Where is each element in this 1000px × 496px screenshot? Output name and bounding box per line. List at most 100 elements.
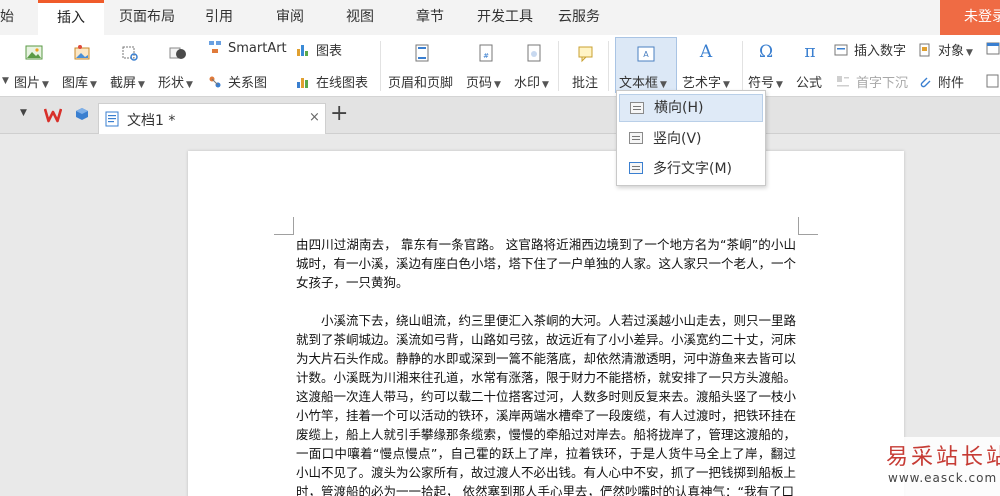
- watermark-button[interactable]: 水印 ▼: [514, 72, 549, 91]
- wordart-icon: A: [699, 42, 713, 61]
- site-watermark: 易采站长站 www.easck.com: [858, 437, 1000, 496]
- document-tab-title: 文档1 *: [127, 113, 176, 129]
- watermark-label: 水印: [514, 76, 541, 91]
- textbox-button[interactable]: A 文本框 ▼: [615, 37, 677, 93]
- menu-bar: 始 插入 页面布局 引用 审阅 视图 章节 开发工具 云服务 未登录: [0, 0, 1000, 35]
- comment-label: 批注: [572, 76, 599, 91]
- svg-text:π: π: [804, 42, 815, 61]
- smartart-button[interactable]: SmartArt: [208, 40, 287, 56]
- wordart-button[interactable]: 艺术字 ▼: [682, 72, 730, 91]
- gallery-button[interactable]: 图库 ▼: [62, 72, 97, 91]
- menu-item-label: 多行文字(M): [653, 161, 733, 177]
- object-icon: [919, 43, 930, 57]
- tab-cloud[interactable]: 云服务: [558, 0, 600, 35]
- close-tab-icon[interactable]: ×: [309, 110, 320, 125]
- online-chart-label: 在线图表: [316, 76, 369, 91]
- online-chart-button[interactable]: 在线图表: [296, 72, 368, 91]
- omega-symbol-icon: Ω: [759, 42, 773, 61]
- menu-item-multiline[interactable]: 多行文字(M): [619, 155, 763, 183]
- attachment-button[interactable]: 附件: [918, 72, 964, 91]
- chevron-down-icon[interactable]: ▼: [20, 108, 27, 118]
- wordart-label: 艺术字: [682, 76, 722, 91]
- online-chart-icon: [297, 78, 308, 88]
- tab-review[interactable]: 审阅: [276, 0, 304, 35]
- ribbon-separator: [608, 41, 609, 91]
- document-page[interactable]: 由四川过湖南去， 靠东有一条官路。 这官路将近湘西边境到了一个地方名为“茶峒”的…: [188, 151, 904, 496]
- textbox-label: 文本框: [619, 76, 659, 91]
- header-footer-button[interactable]: 页眉和页脚: [388, 72, 453, 91]
- picture-menu[interactable]: 图片 ▼: [14, 72, 49, 91]
- wps-logo-icon[interactable]: [44, 107, 62, 123]
- header-footer-icon: [415, 44, 429, 62]
- object-label: 对象: [938, 44, 965, 59]
- textbox-icon: A: [637, 46, 655, 62]
- chevron-down-icon: ▼: [966, 48, 973, 58]
- smartart-icon: [209, 41, 221, 53]
- document-tab-bar: ▼ 文档1 * × +: [0, 97, 1000, 134]
- svg-text:A: A: [699, 42, 713, 61]
- tab-chapter[interactable]: 章节: [416, 0, 444, 35]
- margin-corner-marker: [798, 217, 818, 235]
- drop-cap-button[interactable]: 首字下沉: [836, 72, 908, 91]
- page-number-icon: #: [479, 44, 493, 62]
- horizontal-textbox-icon: [630, 102, 644, 114]
- smartart-label: SmartArt: [228, 41, 287, 56]
- tab-developer[interactable]: 开发工具: [477, 0, 533, 35]
- object-button[interactable]: 对象 ▼: [918, 40, 973, 59]
- document-tab[interactable]: 文档1 * ×: [98, 103, 326, 134]
- menu-item-label: 竖向(V): [653, 131, 702, 147]
- multiline-text-icon: [629, 162, 643, 174]
- tab-home[interactable]: 始: [0, 0, 30, 35]
- chevron-down-icon: ▼: [42, 80, 49, 90]
- tab-page-layout[interactable]: 页面布局: [119, 0, 175, 35]
- paperclip-icon: [920, 77, 931, 88]
- shapes-button[interactable]: 形状 ▼: [158, 72, 193, 91]
- svg-text:A: A: [643, 50, 649, 59]
- svg-text:#: #: [483, 52, 489, 60]
- paragraph: 由四川过湖南去， 靠东有一条官路。 这官路将近湘西边境到了一个地方名为“茶峒”的…: [296, 237, 797, 290]
- chevron-down-icon: ▼: [542, 80, 549, 90]
- picture-button[interactable]: ▼: [0, 72, 9, 87]
- screenshot-button[interactable]: 截屏 ▼: [110, 72, 145, 91]
- document-body[interactable]: 由四川过湖南去， 靠东有一条官路。 这官路将近湘西边境到了一个地方名为“茶峒”的…: [296, 235, 796, 496]
- gallery-label: 图库: [62, 76, 89, 91]
- page-number-button[interactable]: 页码 ▼: [466, 72, 501, 91]
- gallery-icon: [74, 45, 90, 60]
- screenshot-label: 截屏: [110, 76, 137, 91]
- shapes-label: 形状: [158, 76, 185, 91]
- picture-icon: [25, 45, 43, 60]
- chart-button[interactable]: 图表: [296, 40, 342, 59]
- number-icon: [834, 44, 848, 56]
- new-tab-button[interactable]: +: [330, 101, 348, 126]
- tab-insert[interactable]: 插入: [38, 0, 104, 35]
- login-button[interactable]: 未登录: [940, 0, 1000, 35]
- menu-item-horizontal[interactable]: 横向(H): [619, 94, 763, 122]
- menu-item-vertical[interactable]: 竖向(V): [619, 125, 763, 153]
- drop-cap-icon: [837, 76, 849, 87]
- chevron-down-icon: ▼: [90, 80, 97, 90]
- ribbon-separator: [380, 41, 381, 91]
- tab-view[interactable]: 视图: [346, 0, 374, 35]
- insert-number-button[interactable]: 插入数字: [834, 40, 906, 59]
- formula-button[interactable]: 公式: [796, 72, 822, 91]
- comment-button[interactable]: 批注: [572, 72, 598, 91]
- tab-references[interactable]: 引用: [205, 0, 233, 35]
- drop-cap-label: 首字下沉: [856, 76, 909, 91]
- cube-icon[interactable]: [75, 107, 89, 121]
- svg-text:Ω: Ω: [759, 42, 773, 61]
- insert-number-label: 插入数字: [854, 44, 907, 59]
- vertical-textbox-icon: [629, 132, 643, 144]
- date-icon: [986, 42, 1000, 55]
- chevron-down-icon: ▼: [723, 80, 730, 90]
- attachment-label: 附件: [938, 76, 965, 91]
- shapes-icon: [169, 47, 186, 59]
- ribbon-separator: [558, 41, 559, 91]
- comment-icon: [578, 46, 593, 63]
- chevron-down-icon: ▼: [186, 80, 193, 90]
- symbol-button[interactable]: 符号 ▼: [748, 72, 783, 91]
- document-icon: [105, 111, 119, 127]
- chevron-down-icon: ▼: [776, 80, 783, 90]
- relation-diagram-button[interactable]: 关系图: [208, 72, 267, 91]
- watermark-icon: [527, 44, 541, 62]
- chevron-down-icon: ▼: [138, 80, 145, 90]
